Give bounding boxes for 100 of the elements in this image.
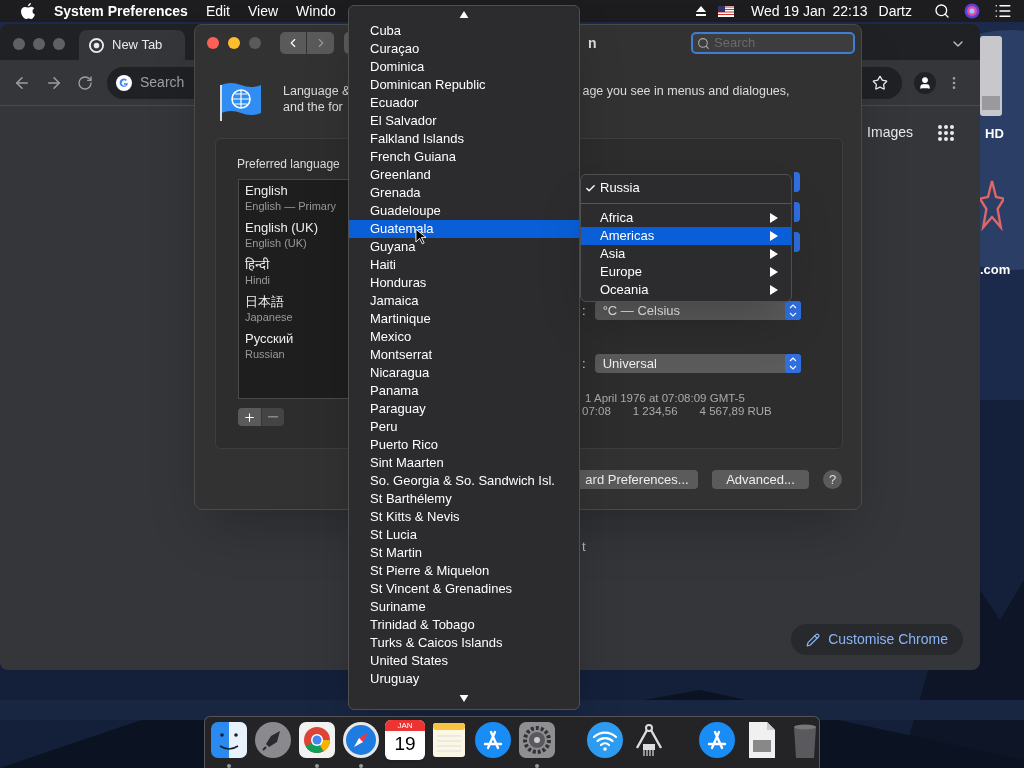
flag-globe-icon xyxy=(219,81,261,121)
description-text: age you see in menus and dialogues, xyxy=(582,83,790,99)
menu-item[interactable]: St Kitts & Nevis xyxy=(349,508,579,526)
menu-item[interactable]: Uruguay xyxy=(349,670,579,688)
menu-item[interactable]: Nicaragua xyxy=(349,364,579,382)
menu-item[interactable]: St Pierre & Miquelon xyxy=(349,562,579,580)
menu-bar-date[interactable]: Wed 19 Jan xyxy=(751,0,826,22)
compass-icon[interactable] xyxy=(341,720,381,760)
menu-item[interactable]: Guyana xyxy=(349,238,579,256)
menu-item[interactable]: Puerto Rico xyxy=(349,436,579,454)
menu-item[interactable]: Falkland Islands xyxy=(349,130,579,148)
menu-item[interactable]: Guatemala xyxy=(349,220,579,238)
menu-item[interactable]: Dominican Republic xyxy=(349,76,579,94)
menu-item[interactable]: El Salvador xyxy=(349,112,579,130)
menu-item[interactable]: Ecuador xyxy=(349,94,579,112)
advanced-button[interactable]: Advanced... xyxy=(712,470,809,489)
menu-item[interactable]: Peru xyxy=(349,418,579,436)
scroll-up-icon[interactable] xyxy=(459,11,469,18)
section-label: Preferred language xyxy=(237,156,340,173)
browser-tab[interactable]: New Tab xyxy=(79,30,185,60)
menu-item[interactable]: Asia xyxy=(581,245,791,263)
wifi-icon[interactable] xyxy=(585,720,625,760)
finder-face-icon[interactable] xyxy=(209,720,249,760)
language-name[interactable]: Русский xyxy=(245,330,294,347)
sample-date: 1 April 1976 at 07:08:09 GMT-5 xyxy=(585,392,745,405)
menu-item[interactable]: Jamaica xyxy=(349,292,579,310)
menu-item[interactable]: Americas xyxy=(581,227,791,245)
apps-grid-icon[interactable] xyxy=(937,123,955,142)
list-icon[interactable] xyxy=(994,2,1012,20)
gear-icon[interactable] xyxy=(517,720,557,760)
search-icon xyxy=(697,36,710,50)
menu-item[interactable]: Oceania xyxy=(581,281,791,299)
menu-item[interactable]: St Barthélemy xyxy=(349,490,579,508)
navigation-buttons[interactable] xyxy=(280,32,334,54)
app-store-icon[interactable] xyxy=(473,720,513,760)
menu-item[interactable]: Panama xyxy=(349,382,579,400)
menu-item[interactable]: Mexico xyxy=(349,328,579,346)
menu-item[interactable]: Greenland xyxy=(349,166,579,184)
menu-item[interactable]: Dominica xyxy=(349,58,579,76)
desktop-label: .com xyxy=(980,261,1011,279)
language-detail: Japanese xyxy=(245,310,293,324)
menu-item[interactable]: Europe xyxy=(581,263,791,281)
menu-item[interactable]: Honduras xyxy=(349,274,579,292)
eject-icon[interactable] xyxy=(695,5,708,17)
menu-item[interactable]: Haiti xyxy=(349,256,579,274)
bookmark-star-icon[interactable] xyxy=(872,74,888,91)
menu-item[interactable]: Suriname xyxy=(349,598,579,616)
app-store-icon[interactable] xyxy=(697,720,737,760)
minimize-button[interactable] xyxy=(228,37,240,49)
language-name[interactable]: हिन्दी xyxy=(245,256,269,273)
close-button[interactable] xyxy=(207,37,219,49)
desktop-label: HD xyxy=(985,125,1004,143)
search-icon[interactable] xyxy=(934,3,950,19)
menu-item[interactable]: View xyxy=(248,0,279,22)
images-link[interactable]: Images xyxy=(867,122,913,143)
menu-item[interactable]: Curaçao xyxy=(349,40,579,58)
popup-button[interactable]: °C — Celsius xyxy=(594,301,801,321)
menu-item[interactable]: Montserrat xyxy=(349,346,579,364)
help-button[interactable]: ? xyxy=(823,470,842,489)
flag-icon[interactable] xyxy=(718,5,735,17)
chrome-icon[interactable] xyxy=(297,720,337,760)
customise-chrome-button[interactable]: Customise Chrome xyxy=(791,624,963,655)
menu-item[interactable]: Africa xyxy=(581,209,791,227)
remove-button[interactable] xyxy=(261,408,284,426)
page-text: t xyxy=(582,538,586,556)
menu-item[interactable]: French Guiana xyxy=(349,148,579,166)
menu-item[interactable]: Sint Maarten xyxy=(349,454,579,472)
reload-icon[interactable] xyxy=(77,74,93,91)
menu-item[interactable]: Grenada xyxy=(349,184,579,202)
language-detail: English (UK) xyxy=(245,236,307,250)
scroll-down-icon[interactable] xyxy=(459,695,469,702)
menu-item[interactable]: St Vincent & Grenadines xyxy=(349,580,579,598)
menu-bar-time[interactable]: 22:13 xyxy=(832,0,868,22)
menu-item[interactable]: United States xyxy=(349,652,579,670)
menu-item[interactable]: Turks & Caicos Islands xyxy=(349,634,579,652)
menu-item[interactable]: Cuba xyxy=(349,22,579,40)
menu-item[interactable]: Edit xyxy=(205,0,230,22)
hard-drive-icon[interactable] xyxy=(980,36,1004,116)
language-name[interactable]: English (UK) xyxy=(245,219,318,236)
app-menu[interactable]: System Preferences xyxy=(54,0,188,22)
menu-item[interactable]: So. Georgia & So. Sandwich Isl. xyxy=(349,472,579,490)
calendar-icon[interactable]: JAN 19 xyxy=(385,720,425,760)
menu-item[interactable]: Windo xyxy=(296,0,336,22)
menu-item[interactable]: Trinidad & Tobago xyxy=(349,616,579,634)
profile-button[interactable] xyxy=(914,71,936,94)
add-button[interactable] xyxy=(238,408,261,426)
pencil-icon xyxy=(806,632,821,647)
menu-item[interactable]: St Martin xyxy=(349,544,579,562)
menu-item[interactable]: Paraguay xyxy=(349,400,579,418)
user-name[interactable]: Dartz xyxy=(878,0,912,22)
language-name[interactable]: English xyxy=(245,182,288,199)
language-name[interactable]: 日本語 xyxy=(245,293,284,310)
siri-icon[interactable] xyxy=(964,3,980,19)
apple-logo-icon[interactable] xyxy=(21,3,35,19)
language-detail: Hindi xyxy=(245,273,271,287)
menu-item[interactable]: Russia xyxy=(600,178,640,198)
popup-button[interactable]: Universal xyxy=(594,353,801,373)
menu-item[interactable]: Martinique xyxy=(349,310,579,328)
menu-item[interactable]: Guadeloupe xyxy=(349,202,579,220)
menu-item[interactable]: St Lucia xyxy=(349,526,579,544)
